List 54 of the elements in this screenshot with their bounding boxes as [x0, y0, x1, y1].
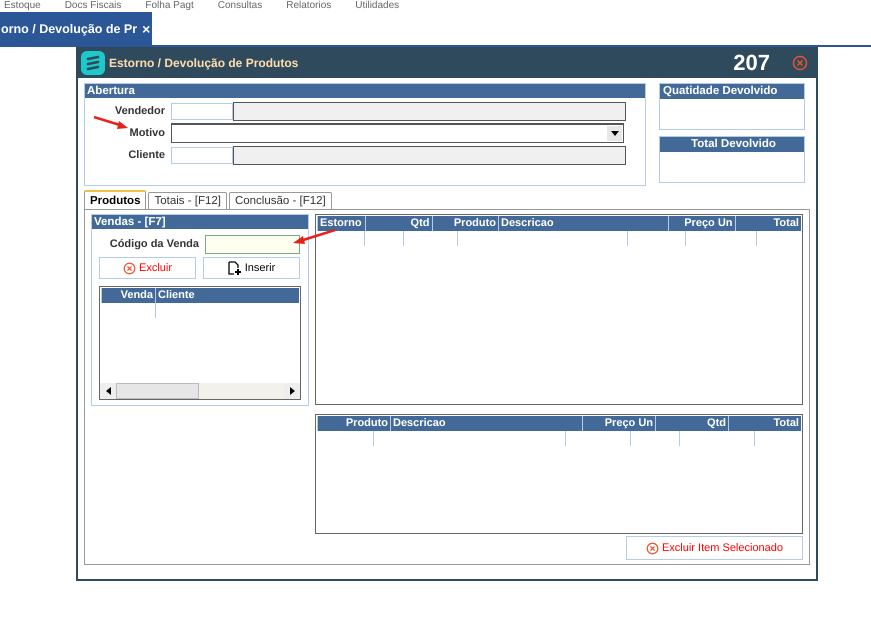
column-header[interactable]: Total	[728, 416, 801, 431]
return-items-grid[interactable]: Estorno Qtd Produto Descricao Preço Un Total	[315, 214, 803, 405]
column-header[interactable]: Estorno	[317, 216, 365, 231]
delete-button[interactable]: Excluir	[99, 257, 196, 279]
field-label: Vendedor	[114, 105, 165, 117]
add-document-icon	[228, 260, 242, 276]
field-label: Código da Venda	[108, 238, 199, 250]
dropdown-field[interactable]	[171, 123, 624, 143]
column-header[interactable]: Descricao	[390, 416, 582, 431]
products-grid[interactable]: Produto Descricao Preço Un Qtd Total	[315, 414, 803, 534]
delete-selected-button[interactable]: Excluir Item Selecionado	[626, 536, 803, 560]
close-icon[interactable]	[792, 54, 808, 70]
insert-button[interactable]: Inserir	[203, 257, 300, 279]
column-header[interactable]: Produto	[317, 416, 390, 431]
column-header[interactable]: Descricao	[498, 216, 668, 231]
column-header[interactable]: Qtd	[365, 216, 432, 231]
scroll-left-icon[interactable]	[100, 383, 116, 399]
menu-item[interactable]: Relatorios	[286, 0, 332, 12]
menu-item[interactable]: Docs Fiscais	[64, 0, 122, 12]
column-header[interactable]: Preço Un	[582, 416, 655, 431]
delete-icon	[646, 542, 659, 554]
tab[interactable]: Totais - [F12]	[148, 192, 227, 209]
sale-code-field[interactable]	[205, 234, 300, 254]
column-header[interactable]: Qtd	[655, 416, 728, 431]
field-label: Motivo	[128, 127, 165, 139]
column-header[interactable]: Preço Un	[668, 216, 734, 231]
arrow-icon	[292, 229, 336, 245]
scroll-right-icon[interactable]	[284, 383, 300, 399]
window-title: Estorno / Devolução de Produtos	[109, 56, 300, 70]
menu-item[interactable]: Folha Pagt	[145, 0, 194, 12]
menu-item[interactable]: Utilidades	[355, 0, 400, 12]
horizontal-scrollbar[interactable]	[100, 383, 300, 399]
column-header[interactable]: Total	[734, 216, 801, 231]
page-tab[interactable]: orno / Devolução de Pr ×	[0, 12, 152, 45]
panel-header: Vendas - [F7]	[92, 215, 308, 229]
app-logo-icon	[81, 50, 105, 74]
panel-header: Quatidade Devolvido	[660, 84, 804, 99]
sales-grid[interactable]: Venda Cliente	[99, 286, 301, 400]
tab[interactable]: Conclusão - [F12]	[228, 192, 332, 209]
record-number: 207	[733, 50, 770, 76]
arrow-icon	[93, 116, 129, 130]
close-tab-button[interactable]: ×	[142, 20, 150, 36]
column-header[interactable]: Cliente	[155, 288, 299, 303]
panel-header: Total Devolvido	[660, 137, 804, 152]
code-field[interactable]	[171, 146, 233, 164]
code-field[interactable]	[171, 102, 233, 120]
menu-item[interactable]: Estoque	[4, 0, 41, 12]
panel-header: Abertura	[85, 84, 645, 98]
field-label: Cliente	[127, 149, 165, 161]
menu-item[interactable]: Consultas	[218, 0, 262, 12]
column-header[interactable]: Produto	[432, 216, 498, 231]
column-header[interactable]: Venda	[101, 288, 155, 303]
tab[interactable]: Produtos	[84, 190, 146, 209]
delete-icon	[122, 262, 136, 274]
